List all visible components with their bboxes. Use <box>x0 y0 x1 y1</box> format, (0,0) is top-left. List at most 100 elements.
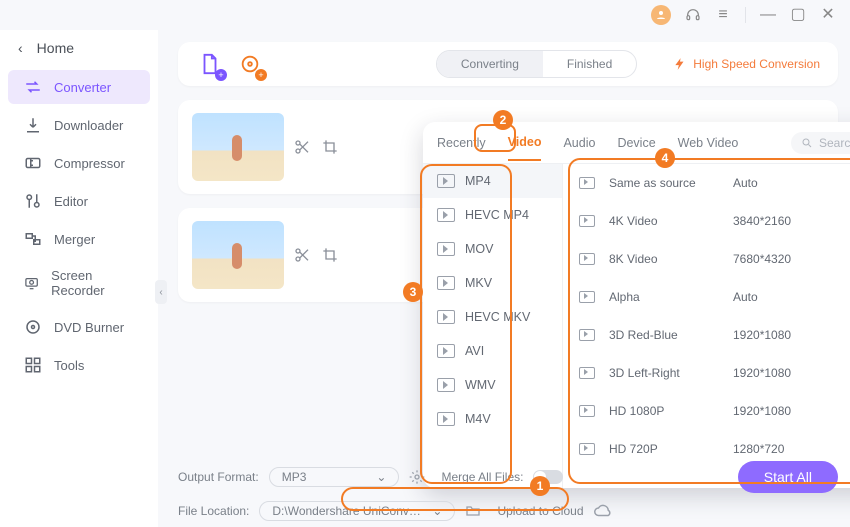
search-icon <box>801 137 813 149</box>
sidebar-item-compressor[interactable]: Compressor <box>8 146 150 180</box>
chevron-down-icon: ⌄ <box>432 504 442 518</box>
format-item-mp4[interactable]: MP4 <box>423 164 562 198</box>
chevron-down-icon: ⌄ <box>376 470 386 484</box>
format-label: HEVC MP4 <box>465 208 529 222</box>
panel-tab-audio[interactable]: Audio <box>563 136 595 150</box>
profile-row[interactable]: 4K Video 3840*2160 <box>563 202 850 240</box>
add-dvd-button[interactable]: + <box>236 50 264 78</box>
profile-resolution: 1920*1080 <box>733 404 833 418</box>
user-avatar[interactable] <box>651 5 671 25</box>
sidebar-item-label: Editor <box>54 194 88 209</box>
format-label: MOV <box>465 242 493 256</box>
sidebar-item-editor[interactable]: Editor <box>8 184 150 218</box>
profile-name: HD 720P <box>609 442 719 456</box>
plus-icon: + <box>255 69 267 81</box>
video-profile-icon <box>579 215 595 227</box>
profile-row[interactable]: Same as source Auto <box>563 164 850 202</box>
download-icon <box>24 116 42 134</box>
minimize-icon[interactable]: — <box>760 7 776 23</box>
tab-converting[interactable]: Converting <box>437 51 543 77</box>
folder-icon[interactable] <box>465 503 481 519</box>
trim-icon[interactable] <box>294 139 310 155</box>
support-icon[interactable] <box>685 7 701 23</box>
add-file-button[interactable]: + <box>196 50 224 78</box>
video-format-icon <box>437 242 455 256</box>
gear-icon[interactable] <box>409 469 425 485</box>
format-item-hevc-mkv[interactable]: HEVC MKV <box>423 300 562 334</box>
profile-name: 3D Left-Right <box>609 366 719 380</box>
format-item-mov[interactable]: MOV <box>423 232 562 266</box>
thumbnail[interactable] <box>192 113 284 181</box>
high-speed-toggle[interactable]: High Speed Conversion <box>673 57 820 71</box>
profile-row[interactable]: Alpha Auto <box>563 278 850 316</box>
crop-icon[interactable] <box>322 247 338 263</box>
profile-resolution: Auto <box>733 176 833 190</box>
panel-tab-video[interactable]: Video <box>508 135 542 161</box>
format-label: WMV <box>465 378 496 392</box>
merge-label: Merge All Files: <box>441 470 523 484</box>
format-item-avi[interactable]: AVI <box>423 334 562 368</box>
panel-search[interactable]: Search <box>791 132 850 154</box>
format-item-hevc-mp4[interactable]: HEVC MP4 <box>423 198 562 232</box>
video-profile-icon <box>579 291 595 303</box>
profile-resolution: Auto <box>733 290 833 304</box>
cloud-icon[interactable] <box>594 502 612 520</box>
compressor-icon <box>24 154 42 172</box>
sidebar-item-label: Tools <box>54 358 84 373</box>
output-format-value: MP3 <box>282 470 307 484</box>
maximize-icon[interactable]: ▢ <box>790 7 806 23</box>
home-nav[interactable]: ‹ Home <box>0 34 158 68</box>
format-item-wmv[interactable]: WMV <box>423 368 562 402</box>
sidebar-item-downloader[interactable]: Downloader <box>8 108 150 142</box>
sidebar-item-converter[interactable]: Converter <box>8 70 150 104</box>
sidebar-item-tools[interactable]: Tools <box>8 348 150 382</box>
profile-row[interactable]: HD 1080P1920*1080 <box>563 392 850 430</box>
format-panel: Recently Video Audio Device Web Video Se… <box>423 122 850 488</box>
close-icon[interactable]: ✕ <box>820 7 836 23</box>
sidebar-item-dvdburner[interactable]: DVD Burner <box>8 310 150 344</box>
file-location-value: D:\Wondershare UniConverter 1 <box>272 504 422 518</box>
video-format-icon <box>437 174 455 188</box>
start-all-button[interactable]: Start All <box>738 461 838 493</box>
profile-name: Alpha <box>609 290 719 304</box>
panel-tab-device[interactable]: Device <box>617 136 655 150</box>
annotation-badge-2: 2 <box>493 110 513 130</box>
panel-tab-recently[interactable]: Recently <box>437 136 486 150</box>
output-format-select[interactable]: MP3 ⌄ <box>269 467 400 487</box>
profile-row[interactable]: 3D Red-Blue1920*1080 <box>563 316 850 354</box>
sidebar-item-label: DVD Burner <box>54 320 124 335</box>
format-item-mkv[interactable]: MKV <box>423 266 562 300</box>
format-item-m4v[interactable]: M4V <box>423 402 562 436</box>
profile-resolution: 3840*2160 <box>733 214 833 228</box>
video-format-icon <box>437 208 455 222</box>
status-segmented[interactable]: Converting Finished <box>436 50 637 78</box>
high-speed-label: High Speed Conversion <box>693 57 820 71</box>
menu-icon[interactable]: ≡ <box>715 7 731 23</box>
trim-icon[interactable] <box>294 247 310 263</box>
video-profile-icon <box>579 177 595 189</box>
video-profile-icon <box>579 329 595 341</box>
video-profile-icon <box>579 253 595 265</box>
sidebar-item-recorder[interactable]: Screen Recorder <box>8 260 150 306</box>
profile-name: 4K Video <box>609 214 719 228</box>
thumbnail[interactable] <box>192 221 284 289</box>
video-profile-icon <box>579 405 595 417</box>
video-format-icon <box>437 412 455 426</box>
file-location-select[interactable]: D:\Wondershare UniConverter 1 ⌄ <box>259 501 455 521</box>
sidebar-item-label: Downloader <box>54 118 123 133</box>
tab-finished[interactable]: Finished <box>543 51 636 77</box>
profile-name: Same as source <box>609 176 719 190</box>
collapse-sidebar-handle[interactable]: ‹ <box>155 280 167 304</box>
profile-row[interactable]: 3D Left-Right1920*1080 <box>563 354 850 392</box>
sidebar-item-merger[interactable]: Merger <box>8 222 150 256</box>
profile-row[interactable]: 8K Video7680*4320 <box>563 240 850 278</box>
home-label: Home <box>37 40 74 56</box>
video-format-icon <box>437 344 455 358</box>
crop-icon[interactable] <box>322 139 338 155</box>
annotation-badge-1: 1 <box>530 476 550 496</box>
tools-icon <box>24 356 42 374</box>
profile-resolution: 1280*720 <box>733 442 833 456</box>
recorder-icon <box>24 274 39 292</box>
upload-cloud-label: Upload to Cloud <box>497 504 583 518</box>
panel-tab-webvideo[interactable]: Web Video <box>678 136 739 150</box>
